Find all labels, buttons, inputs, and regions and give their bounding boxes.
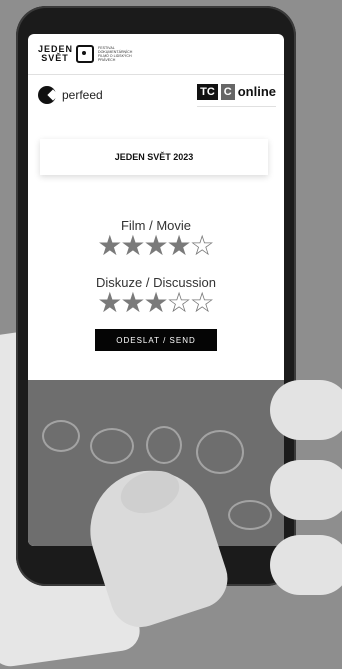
- event-title: JEDEN SVĚT 2023: [114, 152, 194, 162]
- rating-stars-discussion[interactable]: ★★★☆☆: [28, 289, 284, 317]
- festival-mark-icon: [76, 45, 94, 63]
- perfeed-brand: perfeed: [38, 86, 103, 104]
- perfeed-label: perfeed: [62, 88, 103, 102]
- perfeed-logo-icon: [38, 86, 56, 104]
- doodle: [228, 500, 272, 530]
- doodle: [196, 430, 244, 474]
- event-title-card: JEDEN SVĚT 2023: [40, 139, 268, 175]
- star-icon[interactable]: ★: [97, 289, 122, 317]
- star-icon[interactable]: ★: [97, 232, 122, 260]
- send-button[interactable]: ODESLAT / SEND: [95, 329, 217, 351]
- tc-online-label: online: [237, 84, 276, 99]
- phone-screen: JEDEN SVĚT FESTIVAL DOKUMENTÁRNÍCH FILMŮ…: [28, 34, 284, 546]
- star-icon[interactable]: ★: [120, 232, 145, 260]
- doodle: [42, 420, 80, 452]
- star-icon[interactable]: ☆: [190, 289, 215, 317]
- partner-brands: perfeed TC C online: [28, 80, 284, 110]
- festival-logo: JEDEN SVĚT FESTIVAL DOKUMENTÁRNÍCH FILMŮ…: [38, 45, 142, 63]
- header-bar: JEDEN SVĚT FESTIVAL DOKUMENTÁRNÍCH FILMŮ…: [28, 34, 284, 75]
- tc-logo-part1: TC: [197, 83, 218, 100]
- tcc-online-brand: TC C online: [197, 83, 276, 107]
- star-icon[interactable]: ☆: [167, 289, 192, 317]
- star-icon[interactable]: ☆: [190, 232, 215, 260]
- rating-stars-film[interactable]: ★★★★☆: [28, 232, 284, 260]
- star-icon[interactable]: ★: [143, 289, 168, 317]
- festival-logo-subtitle: FESTIVAL DOKUMENTÁRNÍCH FILMŮ O LIDSKÝCH…: [98, 45, 133, 63]
- finger: [270, 535, 342, 595]
- logo-line2: SVĚT: [41, 53, 69, 63]
- doodle: [146, 426, 182, 464]
- finger: [270, 380, 342, 440]
- tc-logo-part2: C: [220, 83, 235, 100]
- star-icon[interactable]: ★: [120, 289, 145, 317]
- star-icon[interactable]: ★: [167, 232, 192, 260]
- finger: [270, 460, 342, 520]
- doodle: [90, 428, 134, 464]
- star-icon[interactable]: ★: [143, 232, 168, 260]
- festival-logo-name: JEDEN SVĚT: [38, 45, 72, 63]
